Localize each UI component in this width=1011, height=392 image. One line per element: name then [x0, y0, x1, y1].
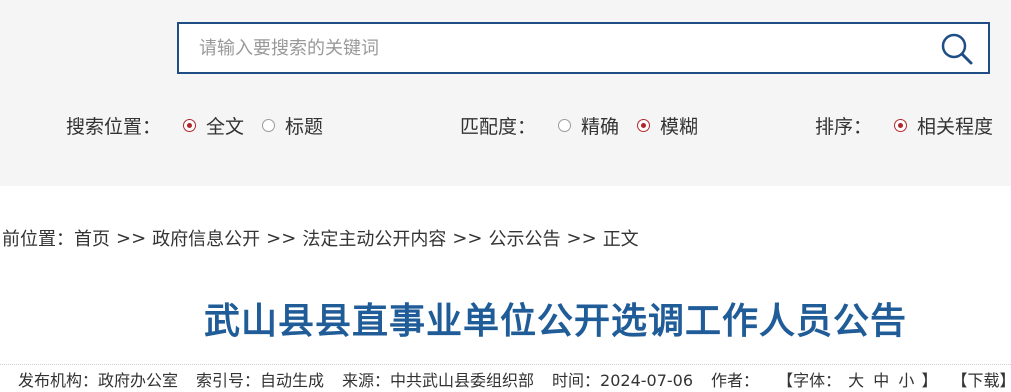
breadcrumb: 当前位置： 首页 >> 政府信息公开 >> 法定主动公开内容 >> 公示公告 >…: [0, 224, 639, 252]
font-medium-link[interactable]: 中: [873, 371, 889, 390]
breadcrumb-separator: >>: [266, 227, 297, 249]
breadcrumb-separator: >>: [116, 227, 147, 249]
search-position-label: 搜索位置：: [66, 115, 162, 138]
font-size-close: 】: [921, 371, 938, 390]
option-fuzzy[interactable]: 模糊: [637, 112, 698, 139]
radio-checked-icon[interactable]: [183, 118, 197, 132]
breadcrumb-separator: >>: [566, 227, 597, 249]
breadcrumb-home[interactable]: 首页: [74, 225, 110, 251]
breadcrumb-statutory[interactable]: 法定主动公开内容: [302, 225, 446, 251]
match-options: 匹配度： 精确 模糊: [460, 110, 716, 140]
search-input[interactable]: [179, 24, 939, 72]
meta-divider: [0, 364, 1011, 366]
option-label: 相关程度: [917, 115, 994, 138]
breadcrumb-announcements[interactable]: 公示公告: [489, 225, 561, 251]
meta-index: 索引号：自动生成: [196, 371, 325, 390]
meta-source: 来源：中共武山县委组织部: [342, 371, 535, 390]
font-size-label: 【字体：: [777, 371, 842, 390]
radio-checked-icon[interactable]: [637, 118, 651, 132]
font-size-control: 【字体： 大 中 小 】: [777, 367, 937, 391]
search-box: [177, 22, 990, 74]
radio-checked-icon[interactable]: [894, 118, 908, 132]
breadcrumb-label: 当前位置：: [0, 229, 74, 250]
download-link[interactable]: 【下载】: [952, 371, 1011, 390]
option-label: 模糊: [660, 115, 699, 138]
search-panel: 搜索位置： 全文 标题 匹配度： 精确 模糊 排序： 相关程度: [0, 0, 1011, 186]
font-small-link[interactable]: 小: [898, 371, 914, 390]
breadcrumb-current: 正文: [602, 229, 639, 250]
option-fulltext[interactable]: 全文: [183, 112, 244, 139]
search-position-options: 搜索位置： 全文 标题: [66, 110, 341, 140]
option-label: 标题: [285, 115, 324, 138]
option-title[interactable]: 标题: [262, 112, 323, 139]
meta-publisher: 发布机构：政府办公室: [18, 371, 179, 390]
radio-unchecked-icon[interactable]: [262, 118, 276, 132]
search-icon: [941, 33, 973, 65]
option-label: 精确: [581, 115, 620, 138]
sort-label: 排序：: [815, 115, 873, 138]
search-button[interactable]: [940, 32, 974, 66]
radio-unchecked-icon[interactable]: [558, 118, 572, 132]
option-label: 全文: [206, 115, 245, 138]
option-relevance[interactable]: 相关程度: [894, 112, 993, 139]
option-exact[interactable]: 精确: [558, 112, 619, 139]
article-meta: 发布机构：政府办公室 索引号：自动生成 来源：中共武山县委组织部 时间：2024…: [18, 367, 1011, 391]
article-title: 武山县县直事业单位公开选调工作人员公告: [204, 301, 908, 342]
breadcrumb-separator: >>: [452, 227, 483, 249]
sort-options: 排序： 相关程度: [815, 110, 1011, 140]
download-control: 【下载】: [952, 367, 1011, 391]
match-label: 匹配度：: [460, 115, 537, 138]
font-large-link[interactable]: 大: [848, 371, 864, 390]
meta-author: 作者：: [711, 371, 760, 390]
breadcrumb-gov-info[interactable]: 政府信息公开: [152, 225, 260, 251]
meta-time: 时间：2024-07-06: [552, 371, 694, 390]
